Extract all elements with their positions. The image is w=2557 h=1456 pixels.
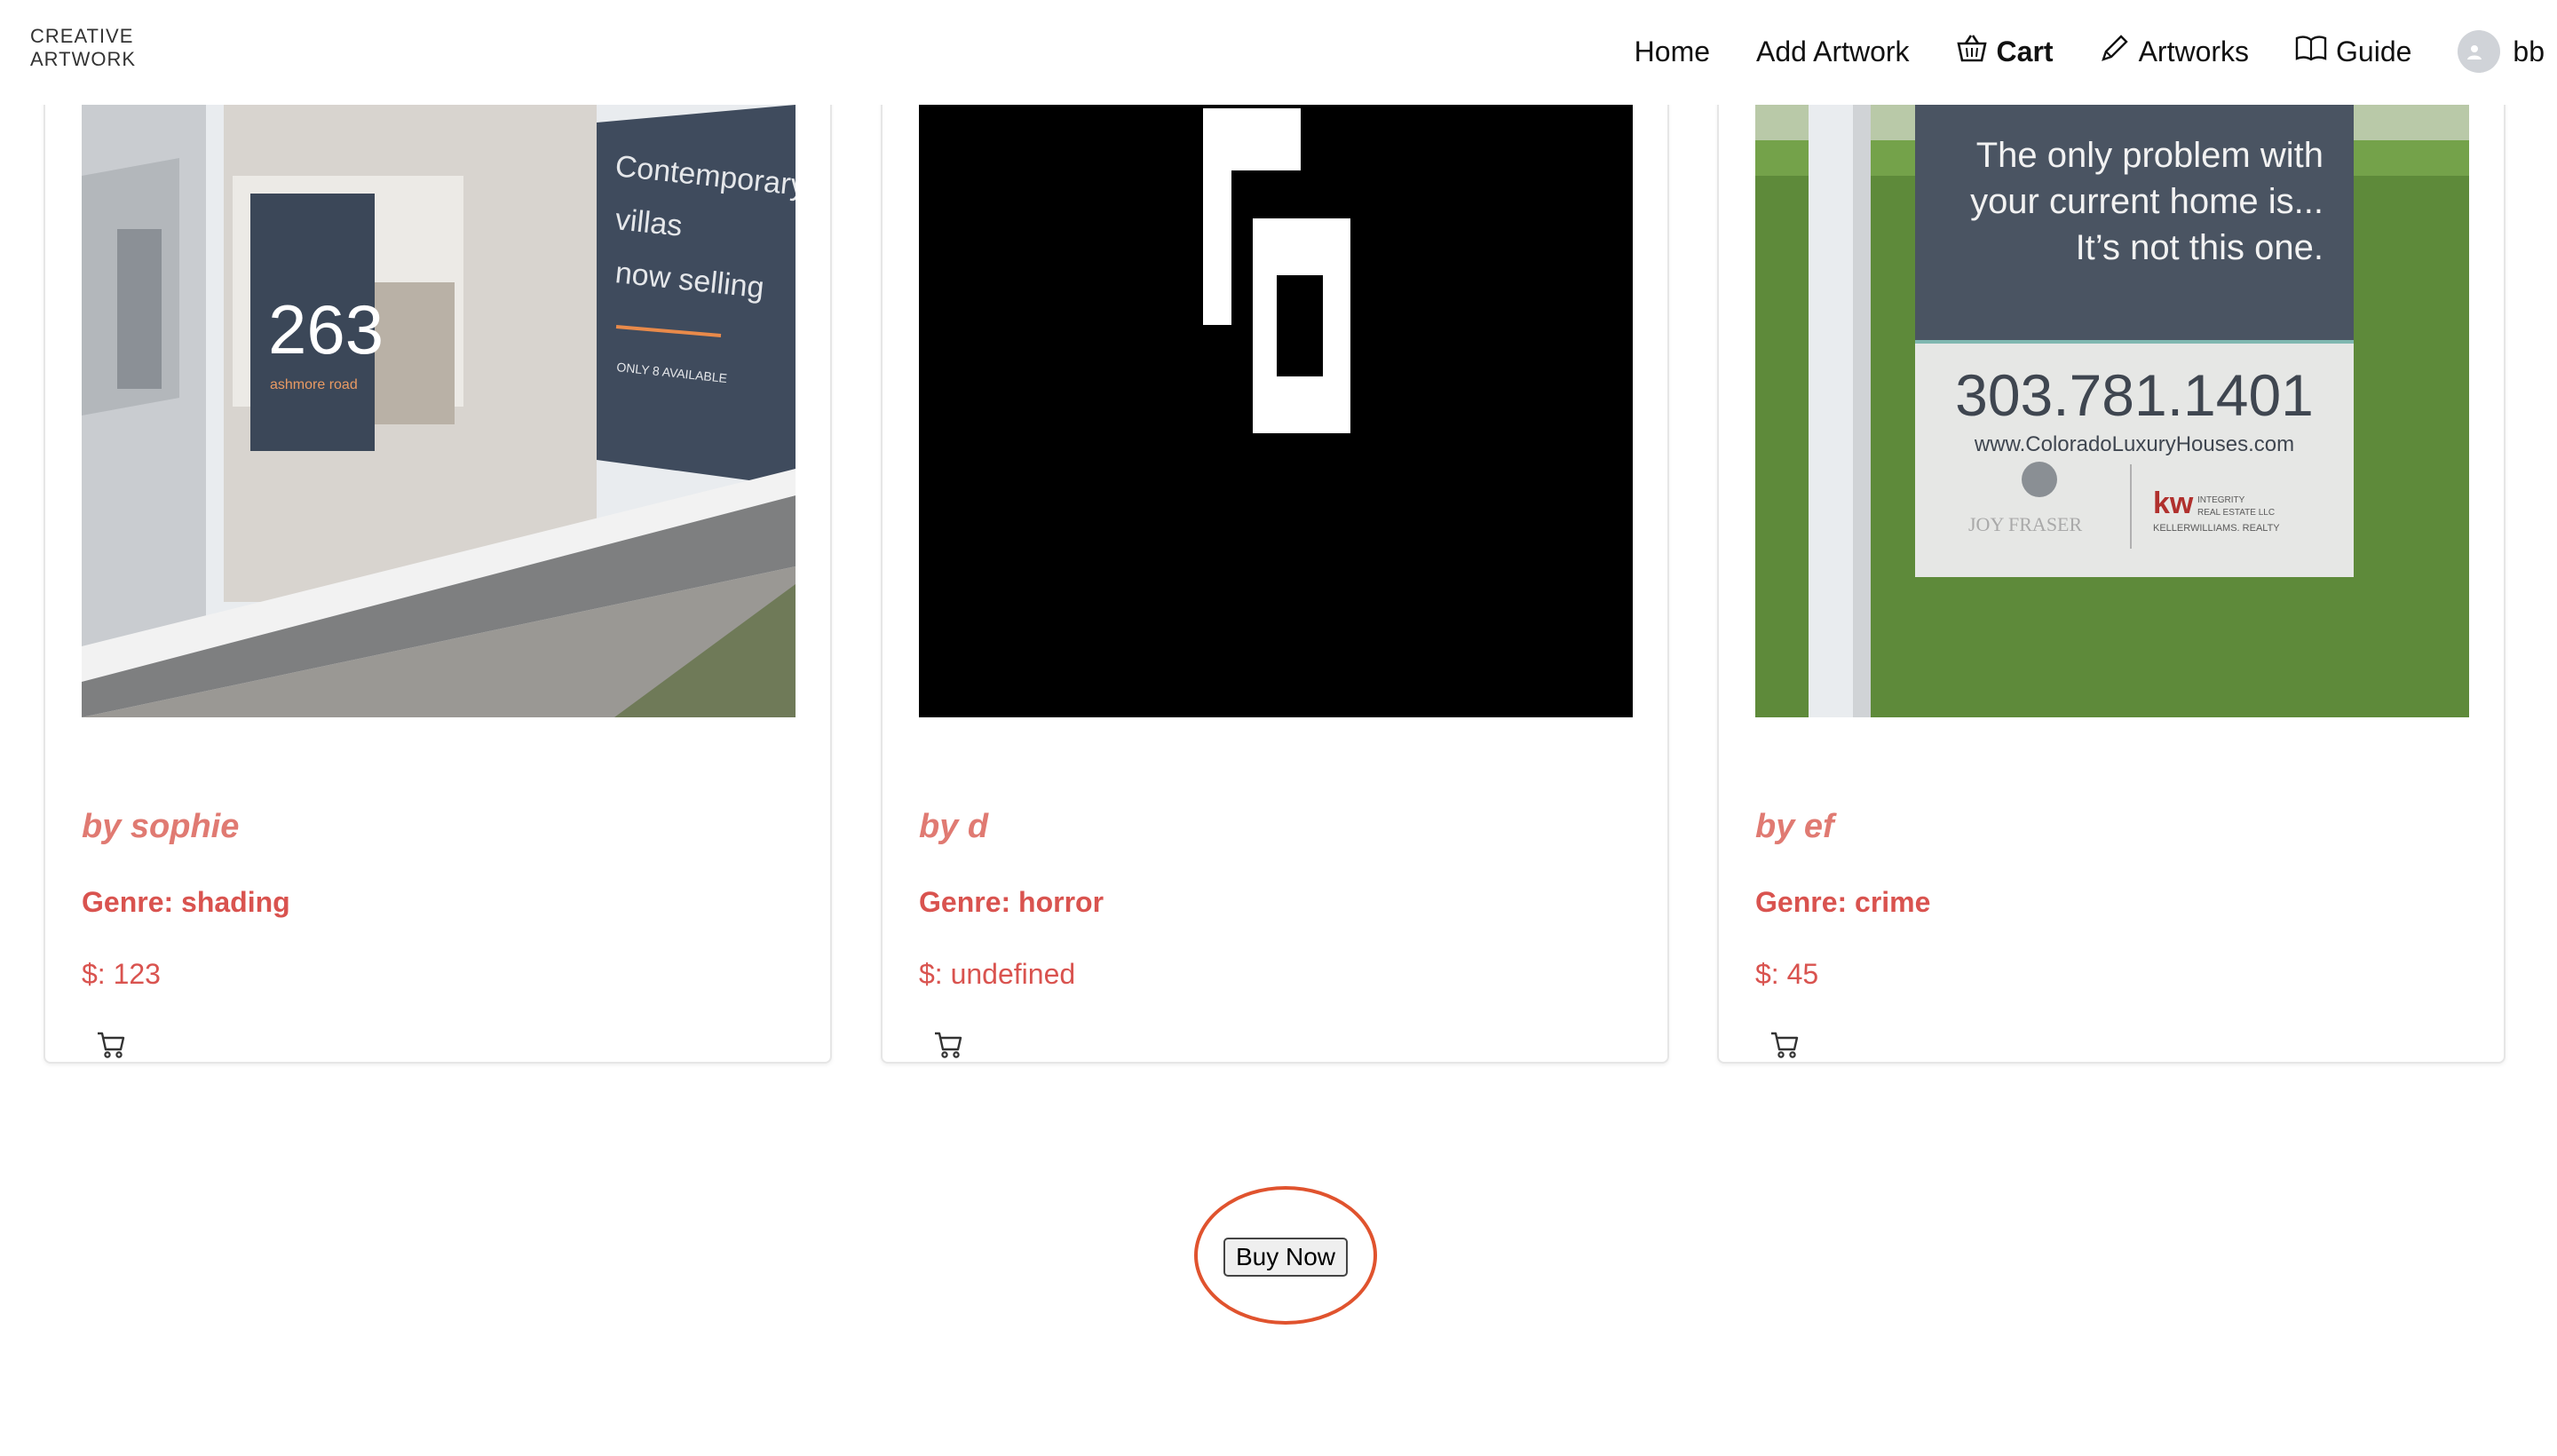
image-tagline-1: The only problem with bbox=[1976, 136, 2323, 175]
nav-user-menu[interactable]: bb bbox=[2458, 30, 2545, 73]
artwork-card: 263 ashmore road Contemporary villas now… bbox=[44, 53, 832, 1064]
shopping-cart-icon bbox=[935, 1032, 962, 1058]
artwork-price: $: undefined bbox=[919, 958, 1076, 990]
image-url: www.ColoradoLuxuryHouses.com bbox=[1974, 432, 2294, 456]
nav-guide[interactable]: Guide bbox=[2295, 35, 2411, 68]
shopping-cart-icon bbox=[1771, 1032, 1799, 1058]
artwork-author: by ef bbox=[1755, 808, 1834, 845]
brand-logo[interactable]: CREATIVE ARTWORK bbox=[30, 25, 136, 71]
image-agent: JOY FRASER bbox=[1968, 513, 2082, 535]
shopping-cart-icon bbox=[98, 1032, 125, 1058]
artwork-author: by d bbox=[919, 808, 989, 845]
avatar bbox=[2458, 30, 2501, 73]
nav-home[interactable]: Home bbox=[1635, 36, 1710, 68]
nav-cart[interactable]: Cart bbox=[1956, 33, 2054, 70]
book-icon bbox=[2295, 35, 2336, 68]
image-headline-2: villas bbox=[614, 202, 684, 243]
image-tagline-2: your current home is... bbox=[1970, 182, 2323, 221]
artwork-price: $: 123 bbox=[82, 958, 161, 990]
artwork-genre: Genre: crime bbox=[1755, 886, 1931, 918]
nav-artworks-label: Artworks bbox=[2138, 35, 2250, 67]
brand-line-2: ARTWORK bbox=[30, 48, 137, 70]
image-kw-sub1: INTEGRITY bbox=[2197, 495, 2245, 505]
top-navbar: CREATIVE ARTWORK Home Add Artwork Cart A… bbox=[0, 0, 2557, 105]
nav-add-artwork-label: Add Artwork bbox=[1756, 35, 1910, 67]
artwork-card: The only problem with your current home … bbox=[1717, 53, 2506, 1064]
image-phone: 303.781.1401 bbox=[1955, 362, 2314, 428]
image-tagline-3: It’s not this one. bbox=[2076, 228, 2323, 267]
image-kw-sub2: REAL ESTATE LLC bbox=[2197, 508, 2275, 518]
nav-cart-label: Cart bbox=[1996, 35, 2054, 67]
artwork-genre: Genre: shading bbox=[82, 886, 290, 918]
artwork-card: by d Genre: horror $: undefined bbox=[881, 53, 1669, 1064]
nav-artworks[interactable]: Artworks bbox=[2100, 33, 2249, 70]
nav-add-artwork[interactable]: Add Artwork bbox=[1756, 36, 1910, 68]
add-to-cart-button[interactable] bbox=[933, 1030, 963, 1060]
nav-guide-label: Guide bbox=[2336, 35, 2412, 67]
nav-home-label: Home bbox=[1634, 35, 1711, 67]
artwork-image[interactable]: 263 ashmore road Contemporary villas now… bbox=[82, 105, 796, 717]
artwork-author: by sophie bbox=[82, 808, 240, 845]
add-to-cart-button[interactable] bbox=[1769, 1030, 1800, 1060]
user-icon bbox=[2467, 45, 2482, 59]
brand-line-1: CREATIVE bbox=[30, 25, 134, 47]
nav-links: Home Add Artwork Cart Artworks Guide bb bbox=[1588, 27, 2545, 76]
image-kw: kw bbox=[2153, 487, 2194, 520]
artwork-genre: Genre: horror bbox=[919, 886, 1104, 918]
nav-user-label: bb bbox=[2513, 35, 2545, 67]
buy-now-button[interactable]: Buy Now bbox=[1223, 1238, 1348, 1277]
artwork-image[interactable]: The only problem with your current home … bbox=[1755, 105, 2469, 717]
image-street: ashmore road bbox=[270, 377, 358, 392]
basket-icon bbox=[1956, 33, 1997, 70]
image-kw-sub3: KELLERWILLIAMS. REALTY bbox=[2153, 523, 2280, 534]
pencil-icon bbox=[2100, 33, 2139, 70]
artwork-price: $: 45 bbox=[1755, 958, 1819, 990]
artwork-image[interactable] bbox=[919, 105, 1633, 717]
add-to-cart-button[interactable] bbox=[96, 1030, 126, 1060]
image-number: 263 bbox=[268, 290, 384, 368]
